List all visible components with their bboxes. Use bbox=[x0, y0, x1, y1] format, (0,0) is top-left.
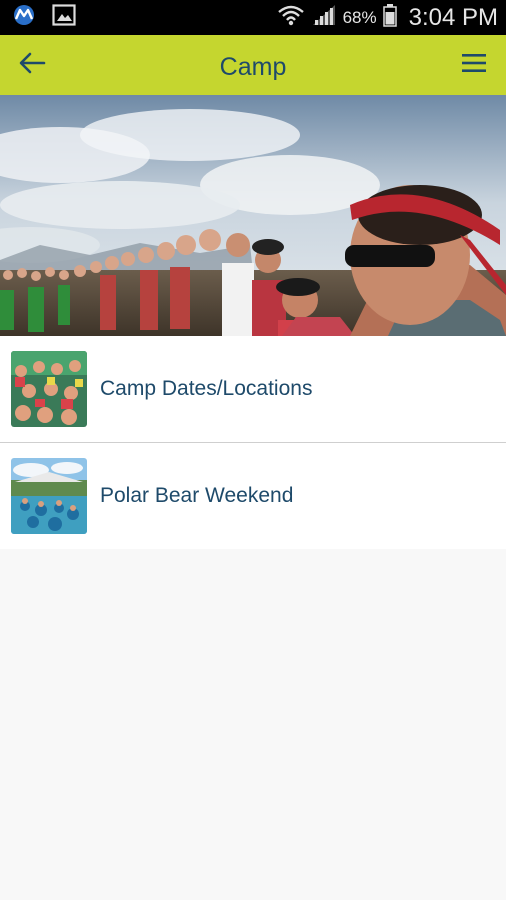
list-item-label: Polar Bear Weekend bbox=[100, 484, 294, 507]
wifi-icon bbox=[277, 3, 305, 32]
camp-crowd-thumbnail bbox=[11, 351, 87, 427]
page-title: Camp bbox=[219, 53, 287, 81]
gallery-icon bbox=[52, 4, 76, 31]
hero-image bbox=[0, 95, 506, 336]
list-item-label: Camp Dates/Locations bbox=[100, 377, 313, 400]
polar-bear-pool-thumbnail bbox=[11, 458, 87, 534]
battery-percent: 68% bbox=[342, 7, 377, 27]
battery-icon bbox=[382, 3, 397, 32]
back-button[interactable] bbox=[12, 47, 52, 83]
hamburger-menu-icon bbox=[461, 52, 487, 79]
menu-button[interactable] bbox=[454, 47, 494, 83]
list-item-camp-dates[interactable]: Camp Dates/Locations bbox=[0, 336, 506, 442]
signal-icon bbox=[311, 3, 337, 32]
list-item-polar-bear[interactable]: Polar Bear Weekend bbox=[0, 443, 506, 549]
status-time: 3:04 PM bbox=[408, 3, 498, 31]
status-bar: 68% 3:04 PM bbox=[0, 0, 506, 35]
content-list: Camp Dates/Locations Polar Bear Weekend bbox=[0, 336, 506, 549]
app-bar: Camp bbox=[0, 35, 506, 95]
arrow-left-icon bbox=[18, 51, 46, 80]
app-notification-icon bbox=[10, 4, 38, 31]
